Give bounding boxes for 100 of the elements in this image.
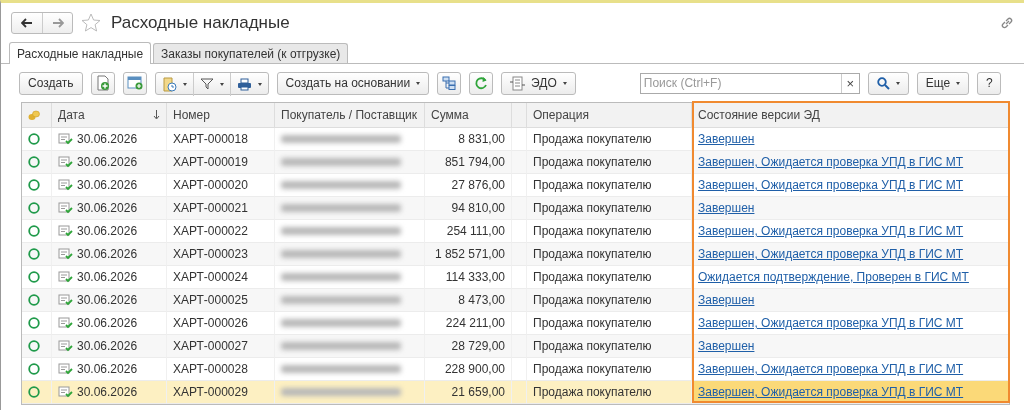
- table-row[interactable]: 30.06.2026 ХАРТ-000025 8 473,00 Продажа покупателю Завершен: [22, 289, 1009, 312]
- table-row[interactable]: 30.06.2026 ХАРТ-000026 224 211,00 Продажа покупателю Завершен, Ожидается проверка УПД в ГИС МТ: [22, 312, 1009, 335]
- status-link[interactable]: Завершен: [698, 293, 755, 307]
- search-button[interactable]: [867, 71, 909, 95]
- status-link[interactable]: Завершен, Ожидается проверка УПД в ГИС МТ: [698, 316, 964, 330]
- table-cell: Продажа покупателю: [527, 381, 692, 404]
- table-cell: 21 659,00: [425, 381, 512, 404]
- posted-document-icon: [58, 271, 73, 283]
- status-circle-icon: [28, 317, 40, 329]
- column-header[interactable]: Дата: [58, 108, 85, 122]
- caret-icon: [562, 81, 567, 85]
- refresh-icon: [474, 76, 489, 90]
- table-row[interactable]: 30.06.2026 ХАРТ-000028 228 900,00 Продажа покупателю Завершен, Ожидается проверка УПД в ГИС МТ: [22, 358, 1009, 381]
- status-circle-icon: [28, 179, 40, 191]
- posted-document-icon: [58, 225, 73, 237]
- status-link[interactable]: Завершен: [698, 339, 755, 353]
- column-header[interactable]: Операция: [533, 108, 589, 122]
- table-row[interactable]: 30.06.2026 ХАРТ-000018 8 831,00 Продажа покупателю Завершен: [22, 128, 1009, 151]
- date-text: 30.06.2026: [77, 316, 138, 330]
- column-header[interactable]: Сумма: [431, 108, 469, 122]
- date-text: 30.06.2026: [77, 132, 138, 146]
- status-circle-icon: [28, 271, 40, 283]
- date-text: 30.06.2026: [77, 339, 138, 353]
- search-icon: [876, 76, 890, 90]
- status-circle-icon: [28, 340, 40, 352]
- status-link[interactable]: Завершен: [698, 201, 755, 215]
- status-circle-icon: [28, 156, 40, 168]
- document-exchange-icon: [510, 75, 526, 91]
- date-text: 30.06.2026: [77, 362, 138, 376]
- caret-icon: [257, 82, 262, 86]
- star-icon[interactable]: [81, 13, 101, 33]
- status-link[interactable]: Завершен, Ожидается проверка УПД в ГИС МТ: [698, 178, 964, 192]
- table-row[interactable]: 30.06.2026 ХАРТ-000024 114 333,00 Продажа покупателю Ожидается подтверждение, Проверен в ГИС МТ: [22, 266, 1009, 289]
- table-row[interactable]: 30.06.2026 ХАРТ-000027 28 729,00 Продажа покупателю Завершен: [22, 335, 1009, 358]
- structure-button[interactable]: [437, 71, 462, 95]
- help-button[interactable]: ?: [977, 71, 1002, 95]
- table-cell: ХАРТ-000029: [167, 381, 275, 404]
- status-link[interactable]: Завершен: [698, 132, 755, 146]
- status-circle-icon: [28, 363, 40, 375]
- status-circle-icon: [28, 133, 40, 145]
- tab[interactable]: Заказы покупателей (к отгрузке): [153, 43, 349, 63]
- tab[interactable]: Расходные накладные: [9, 42, 152, 64]
- search-field[interactable]: Поиск (Ctrl+F) ×: [639, 72, 860, 94]
- posted-document-icon: [58, 317, 73, 329]
- posted-document-icon: [58, 340, 73, 352]
- table-row[interactable]: 30.06.2026 ХАРТ-000019 851 794,00 Продажа покупателю Завершен, Ожидается проверка УПД в ГИС МТ: [22, 151, 1009, 174]
- caret-icon: [956, 81, 961, 85]
- calendar-plus-icon: [126, 76, 143, 90]
- caret-icon: [182, 82, 187, 86]
- status-circle-icon: [28, 294, 40, 306]
- date-text: 30.06.2026: [77, 224, 138, 238]
- status-circle-icon: [28, 225, 40, 237]
- table-row[interactable]: 30.06.2026 ХАРТ-000021 94 810,00 Продажа покупателю Завершен: [22, 197, 1009, 220]
- table-row[interactable]: 30.06.2026 ХАРТ-000022 254 111,00 Продажа покупателю Завершен, Ожидается проверка УПД в ГИС МТ: [22, 220, 1009, 243]
- add-document-button[interactable]: [90, 71, 115, 95]
- forward-arrow-icon: [51, 18, 64, 28]
- refresh-button[interactable]: [469, 71, 494, 95]
- printer-icon: [236, 77, 252, 91]
- filter-icon: [199, 78, 214, 90]
- window-title: Расходные накладные: [111, 13, 290, 33]
- document-clock-icon: [161, 76, 177, 92]
- link-icon[interactable]: [1000, 16, 1014, 30]
- sort-down-icon: [153, 110, 160, 120]
- create-based-on-button[interactable]: Создать на основании: [276, 71, 430, 95]
- date-text: 30.06.2026: [77, 155, 138, 169]
- status-link[interactable]: Ожидается подтверждение, Проверен в ГИС МТ: [698, 270, 969, 284]
- column-header[interactable]: Состояние версии ЭД: [698, 108, 820, 122]
- date-text: 30.06.2026: [77, 201, 138, 215]
- status-link[interactable]: Завершен, Ожидается проверка УПД в ГИС МТ: [698, 155, 964, 169]
- table-row[interactable]: 30.06.2026 ХАРТ-000029 21 659,00 Продажа покупателю Завершен, Ожидается проверка УПД в ГИС МТ: [22, 381, 1009, 404]
- caret-icon: [895, 81, 900, 85]
- posted-document-icon: [58, 294, 73, 306]
- posted-document-icon: [58, 156, 73, 168]
- date-text: 30.06.2026: [77, 293, 138, 307]
- document-plus-icon: [95, 75, 110, 91]
- add-calendar-button[interactable]: [122, 71, 147, 95]
- status-link[interactable]: Завершен, Ожидается проверка УПД в ГИС МТ: [698, 224, 964, 238]
- more-button[interactable]: Еще: [916, 71, 970, 95]
- date-text: 30.06.2026: [77, 247, 138, 261]
- create-button[interactable]: Создать: [19, 71, 83, 95]
- status-circle-icon: [28, 202, 40, 214]
- caret-icon: [416, 81, 421, 85]
- status-link[interactable]: Завершен, Ожидается проверка УПД в ГИС МТ: [698, 247, 964, 261]
- posted-document-icon: [58, 248, 73, 260]
- posted-document-icon: [58, 202, 73, 214]
- posted-document-icon: [58, 133, 73, 145]
- back-arrow-icon: [21, 18, 33, 28]
- date-text: 30.06.2026: [77, 385, 138, 399]
- posted-document-icon: [58, 179, 73, 191]
- coins-icon: [28, 109, 40, 121]
- hierarchy-icon: [442, 76, 457, 90]
- edo-button[interactable]: ЭДО: [501, 71, 576, 95]
- posted-document-icon: [58, 363, 73, 375]
- status-link[interactable]: Завершен, Ожидается проверка УПД в ГИС МТ: [698, 362, 964, 376]
- status-link[interactable]: Завершен, Ожидается проверка УПД в ГИС МТ: [698, 385, 964, 399]
- table-row[interactable]: 30.06.2026 ХАРТ-000023 1 852 571,00 Продажа покупателю Завершен, Ожидается проверка УПД в ГИС МТ: [22, 243, 1009, 266]
- column-header[interactable]: Номер: [173, 108, 210, 122]
- column-header[interactable]: Покупатель / Поставщик: [281, 108, 418, 122]
- status-circle-icon: [28, 386, 40, 398]
- table-row[interactable]: 30.06.2026 ХАРТ-000020 27 876,00 Продажа покупателю Завершен, Ожидается проверка УПД в ГИС МТ: [22, 174, 1009, 197]
